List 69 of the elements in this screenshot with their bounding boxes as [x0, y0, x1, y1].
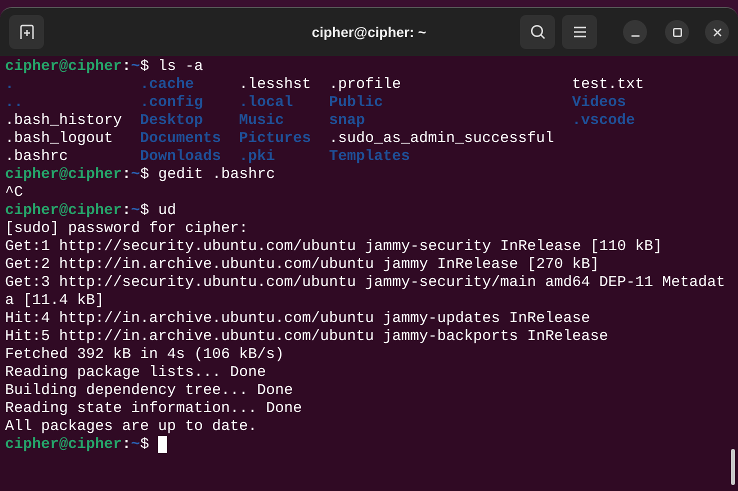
output-line: Reading package lists... Done	[5, 364, 268, 382]
directory-name: Desktop	[140, 112, 204, 130]
scrollbar[interactable]	[731, 449, 735, 485]
directory-name: .config	[140, 94, 204, 112]
prompt-separator: :	[122, 202, 132, 220]
close-button[interactable]	[705, 20, 729, 44]
output-line: [sudo] password for cipher:	[5, 220, 250, 238]
file-name: .bash_history	[5, 112, 122, 130]
prompt-path: ~	[131, 166, 140, 184]
directory-name: .vscode	[572, 112, 636, 130]
search-icon	[530, 24, 546, 40]
command-text: gedit .bashrc	[157, 166, 276, 184]
minimize-icon	[630, 34, 640, 36]
output-line: ^C	[5, 184, 24, 202]
file-name: .lesshst	[239, 76, 312, 94]
prompt-path: ~	[131, 58, 140, 76]
directory-name: Documents	[140, 130, 222, 148]
prompt-symbol: $	[140, 436, 150, 454]
minimize-button[interactable]	[623, 20, 647, 44]
output-line: Get:3 http://security.ubuntu.com/ubuntu jammy-security/main amd64 DEP-11 Metadat	[5, 274, 726, 292]
directory-name: Downloads	[140, 148, 222, 166]
directory-name: ..	[5, 94, 24, 112]
prompt-symbol: $	[140, 58, 150, 76]
menu-icon	[572, 26, 586, 38]
prompt-user: cipher@cipher	[5, 436, 122, 454]
new-tab-button[interactable]	[9, 15, 44, 49]
directory-name: .local	[239, 94, 294, 112]
output-line: Hit:5 http://in.archive.ubuntu.com/ubuntu jammy-backports InRelease	[5, 328, 610, 346]
prompt-separator: :	[122, 436, 132, 454]
command-text: ls -a	[157, 58, 204, 76]
file-name: test.txt	[572, 76, 644, 94]
new-tab-icon	[18, 24, 34, 40]
directory-name: Public	[329, 94, 384, 112]
menu-button[interactable]	[562, 15, 597, 49]
prompt-separator: :	[122, 166, 132, 184]
prompt-user: cipher@cipher	[5, 166, 122, 184]
directory-name: .	[5, 76, 14, 94]
directory-name: Templates	[329, 148, 410, 166]
prompt-symbol: $	[140, 202, 150, 220]
file-name: .sudo_as_admin_successful	[329, 130, 554, 148]
prompt-user: cipher@cipher	[5, 202, 122, 220]
window-title: cipher@cipher: ~	[312, 22, 426, 42]
output-line: Building dependency tree... Done	[5, 382, 294, 400]
file-name: .bash_logout	[5, 130, 114, 148]
directory-name: Music	[239, 112, 284, 130]
file-name: .profile	[329, 76, 402, 94]
file-name: .bashrc	[5, 148, 68, 166]
output-line: Reading state information... Done	[5, 400, 304, 418]
prompt-user: cipher@cipher	[5, 58, 122, 76]
prompt-path: ~	[131, 202, 140, 220]
output-line: Get:1 http://security.ubuntu.com/ubuntu jammy-security InRelease [110 kB]	[5, 238, 664, 256]
directory-name: .pki	[239, 148, 276, 166]
search-button[interactable]	[520, 15, 555, 49]
directory-name: snap	[329, 112, 366, 130]
directory-name: Pictures	[239, 130, 312, 148]
output-line: a [11.4 kB]	[5, 292, 106, 310]
output-line: Get:2 http://in.archive.ubuntu.com/ubuntu jammy InRelease [270 kB]	[5, 256, 600, 274]
prompt-separator: :	[122, 58, 132, 76]
directory-name: Videos	[572, 94, 626, 112]
prompt-symbol: $	[140, 166, 150, 184]
prompt-path: ~	[131, 436, 140, 454]
command-text: ud	[157, 202, 176, 220]
output-line: Fetched 392 kB in 4s (106 kB/s)	[5, 346, 286, 364]
maximize-button[interactable]	[665, 20, 689, 44]
output-line: Hit:4 http://in.archive.ubuntu.com/ubuntu jammy-updates InRelease	[5, 310, 592, 328]
close-icon	[712, 28, 722, 36]
output-line: All packages are up to date.	[5, 418, 258, 436]
maximize-icon	[672, 28, 682, 36]
directory-name: .cache	[140, 76, 194, 94]
